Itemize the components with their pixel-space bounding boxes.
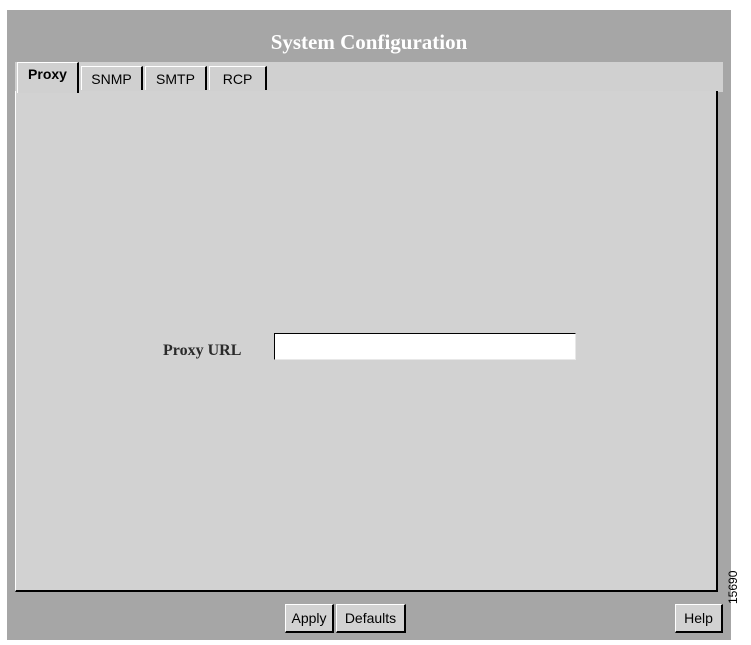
figure-number: 15690 — [726, 570, 740, 604]
apply-button[interactable]: Apply — [285, 604, 334, 633]
window-title: System Configuration — [270, 30, 468, 54]
defaults-button[interactable]: Defaults — [336, 604, 406, 633]
tab-smtp[interactable]: SMTP — [145, 66, 207, 90]
proxy-url-input[interactable] — [274, 333, 576, 360]
proxy-url-label: Proxy URL — [163, 342, 242, 359]
tab-rcp[interactable]: RCP — [209, 66, 267, 90]
help-button[interactable]: Help — [675, 604, 723, 633]
tab-proxy[interactable]: Proxy — [17, 62, 79, 93]
tab-bar: Proxy SNMP SMTP RCP — [15, 62, 723, 93]
tab-snmp[interactable]: SNMP — [81, 66, 143, 90]
